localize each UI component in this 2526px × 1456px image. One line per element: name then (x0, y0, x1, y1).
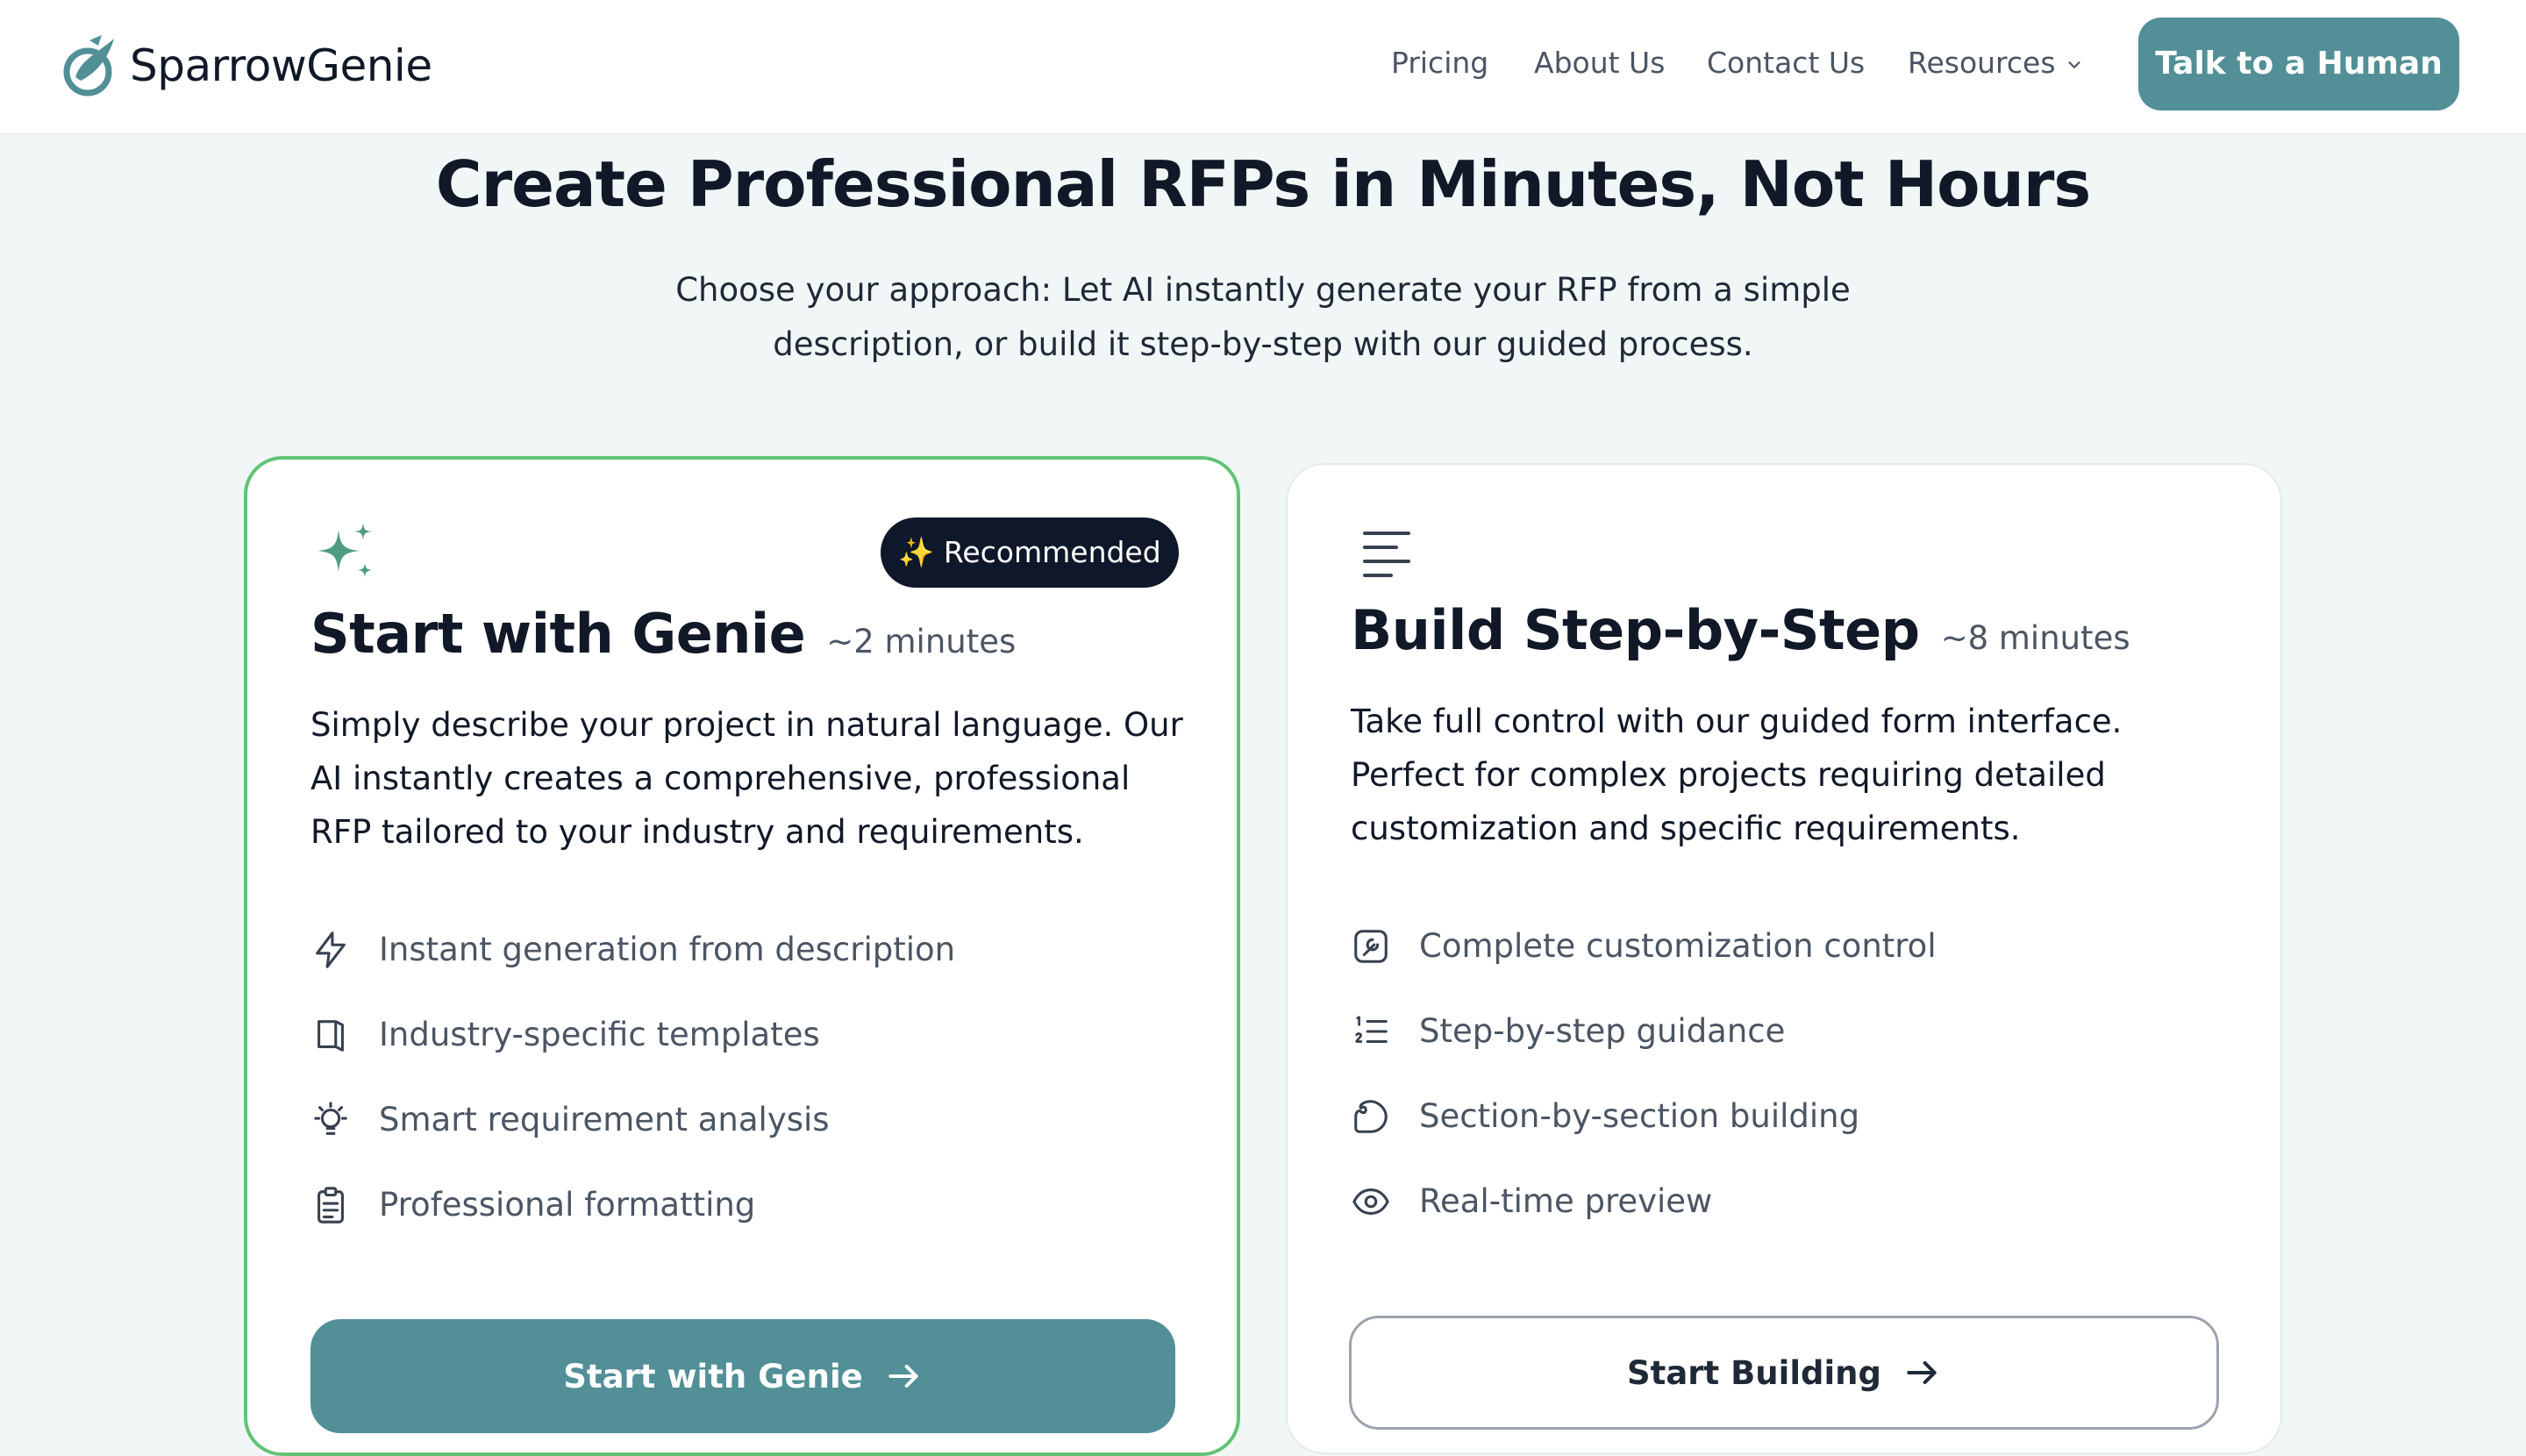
feature-label: Step-by-step guidance (1419, 1012, 1786, 1050)
feature-item: Smart requirement analysis (310, 1077, 955, 1162)
numbered-list-icon (1355, 1015, 1388, 1043)
feature-label: Smart requirement analysis (379, 1101, 830, 1138)
feature-item: Real-time preview (1351, 1159, 1937, 1244)
nav-resources-label: Resources (1908, 46, 2056, 80)
arrow-right-icon (1907, 1360, 1937, 1385)
nav-resources[interactable]: Resources (1908, 39, 2084, 88)
eye-icon (1352, 1188, 1389, 1215)
step-card-description: Take full control with our guided form i… (1351, 703, 2123, 847)
customize-icon (1354, 929, 1388, 963)
nav-contact-us[interactable]: Contact Us (1707, 39, 1865, 88)
start-building-label: Start Building (1626, 1353, 1882, 1392)
sparkles-icon (318, 523, 372, 577)
genie-card-description: Simply describe your project in natural … (310, 706, 1183, 851)
lightning-icon (316, 931, 346, 968)
start-building-button[interactable]: Start Building (1349, 1316, 2219, 1430)
feature-label: Industry-specific templates (379, 1016, 820, 1053)
feature-item: Section-by-section building (1351, 1074, 1937, 1159)
step-card-title: Build Step-by-Step ~8 minutes (1351, 598, 2130, 662)
feature-label: Instant generation from description (379, 931, 956, 968)
step-feature-list: Complete customization control Step-by-s… (1351, 903, 1937, 1244)
arrow-right-icon (888, 1364, 918, 1388)
talk-to-human-button[interactable]: Talk to a Human (2138, 18, 2459, 111)
feature-label: Real-time preview (1419, 1182, 1713, 1220)
page-title: Create Professional RFPs in Minutes, Not… (435, 147, 2091, 221)
nav-pricing[interactable]: Pricing (1391, 39, 1488, 88)
feature-label: Section-by-section building (1419, 1097, 1860, 1135)
start-with-genie-label: Start with Genie (563, 1357, 863, 1395)
start-with-genie-button[interactable]: Start with Genie (310, 1319, 1175, 1433)
step-card-title-text: Build Step-by-Step (1351, 598, 1920, 662)
feature-label: Complete customization control (1419, 927, 1937, 965)
lightbulb-icon (314, 1101, 347, 1135)
page-subtitle-line2: description, or build it step-by-step wi… (773, 325, 1753, 363)
feature-label: Professional formatting (379, 1186, 756, 1224)
genie-card-title: Start with Genie ~2 minutes (310, 602, 1016, 666)
top-navbar: SparrowGenie Pricing About Us Contact Us… (0, 0, 2526, 134)
genie-card-title-text: Start with Genie (310, 602, 806, 666)
page-subtitle-line1: Choose your approach: Let AI instantly g… (675, 271, 1851, 309)
book-icon (318, 1019, 344, 1052)
recommended-badge: ✨ Recommended (881, 517, 1179, 588)
feature-item: Step-by-step guidance (1351, 989, 1937, 1074)
step-card-time: ~8 minutes (1940, 619, 2130, 657)
feature-item: Professional formatting (310, 1162, 955, 1247)
feature-item: Industry-specific templates (310, 992, 955, 1077)
step-by-step-option-card[interactable]: Build Step-by-Step ~8 minutes Take full c… (1286, 463, 2282, 1454)
clipboard-icon (318, 1186, 344, 1224)
genie-option-card[interactable]: ✨ Recommended Start with Genie ~2 minutes… (244, 456, 1240, 1456)
puzzle-icon (1354, 1099, 1388, 1133)
feature-item: Instant generation from description (310, 907, 955, 992)
genie-feature-list: Instant generation from description Indu… (310, 907, 955, 1247)
nav-about-us[interactable]: About Us (1534, 39, 1665, 88)
page-subtitle: Choose your approach: Let AI instantly g… (649, 263, 1877, 372)
text-align-icon (1363, 532, 1410, 577)
feature-item: Complete customization control (1351, 903, 1937, 989)
genie-card-time: ~2 minutes (826, 623, 1017, 660)
chevron-down-icon (2067, 61, 2080, 68)
